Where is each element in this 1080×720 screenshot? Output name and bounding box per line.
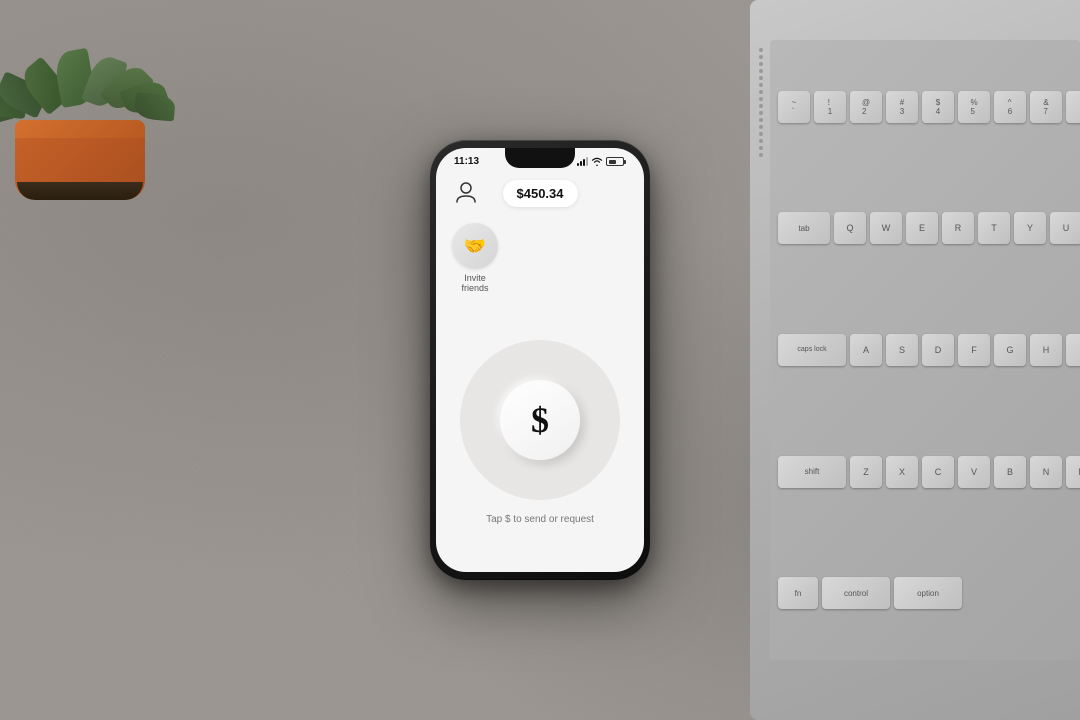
phone-screen: 11:13 bbox=[436, 148, 644, 572]
key-s[interactable]: S bbox=[886, 334, 918, 366]
key-d[interactable]: D bbox=[922, 334, 954, 366]
phone: 11:13 bbox=[430, 140, 650, 580]
key-v[interactable]: V bbox=[958, 456, 990, 488]
keyboard-row-5: fn control option bbox=[778, 534, 1080, 652]
key-w[interactable]: W bbox=[870, 212, 902, 244]
phone-notch bbox=[505, 148, 575, 168]
pot-soil bbox=[17, 182, 143, 200]
key-u[interactable]: U bbox=[1050, 212, 1080, 244]
invite-label: Invite friends bbox=[452, 273, 498, 293]
key-h[interactable]: H bbox=[1030, 334, 1062, 366]
key-8[interactable]: *8 bbox=[1066, 91, 1080, 123]
invite-section[interactable]: 🤝 Invite friends bbox=[452, 223, 628, 293]
key-n[interactable]: N bbox=[1030, 456, 1062, 488]
person-icon bbox=[456, 182, 476, 204]
key-x[interactable]: X bbox=[886, 456, 918, 488]
key-3[interactable]: #3 bbox=[886, 91, 918, 123]
main-circle-area: $ Tap $ to send or request bbox=[452, 309, 628, 556]
outer-circle: $ bbox=[460, 340, 620, 500]
key-q[interactable]: Q bbox=[834, 212, 866, 244]
key-g[interactable]: G bbox=[994, 334, 1026, 366]
speaker-grille bbox=[756, 40, 766, 660]
keyboard: ~` !1 @2 #3 $4 %5 ^6 &7 *8 (9 )0 tab Q W… bbox=[770, 40, 1080, 660]
signal-icon bbox=[577, 158, 588, 166]
plant-pot bbox=[15, 120, 145, 200]
tap-instruction: Tap $ to send or request bbox=[486, 514, 594, 525]
dollar-button[interactable]: $ bbox=[500, 380, 580, 460]
key-e[interactable]: E bbox=[906, 212, 938, 244]
keyboard-row-4: shift Z X C V B N M bbox=[778, 413, 1080, 531]
avatar-button[interactable] bbox=[452, 179, 480, 207]
laptop-body: ~` !1 @2 #3 $4 %5 ^6 &7 *8 (9 )0 tab Q W… bbox=[750, 0, 1080, 720]
key-1[interactable]: !1 bbox=[814, 91, 846, 123]
key-tilde[interactable]: ~` bbox=[778, 91, 810, 123]
key-j[interactable]: J bbox=[1066, 334, 1080, 366]
key-7[interactable]: &7 bbox=[1030, 91, 1062, 123]
key-z[interactable]: Z bbox=[850, 456, 882, 488]
key-shift[interactable]: shift bbox=[778, 456, 846, 488]
laptop: ~` !1 @2 #3 $4 %5 ^6 &7 *8 (9 )0 tab Q W… bbox=[740, 0, 1080, 720]
keyboard-row-3: caps lock A S D F G H J K L bbox=[778, 291, 1080, 409]
keyboard-row-2: tab Q W E R T Y U I O P bbox=[778, 170, 1080, 288]
keyboard-row-1: ~` !1 @2 #3 $4 %5 ^6 &7 *8 (9 )0 bbox=[778, 48, 1080, 166]
key-r[interactable]: R bbox=[942, 212, 974, 244]
invite-icon: 🤝 bbox=[452, 223, 498, 269]
key-c[interactable]: C bbox=[922, 456, 954, 488]
key-tab[interactable]: tab bbox=[778, 212, 830, 244]
wifi-icon bbox=[591, 157, 603, 167]
key-5[interactable]: %5 bbox=[958, 91, 990, 123]
key-2[interactable]: @2 bbox=[850, 91, 882, 123]
plant bbox=[0, 0, 180, 200]
top-row: $450.34 bbox=[452, 179, 628, 207]
app-content: $450.34 🤝 Invite friends $ Tap $ to send… bbox=[436, 171, 644, 572]
key-6[interactable]: ^6 bbox=[994, 91, 1026, 123]
battery-icon bbox=[606, 157, 626, 166]
status-icons bbox=[577, 157, 626, 167]
key-control[interactable]: control bbox=[822, 577, 890, 609]
leaf bbox=[134, 92, 176, 121]
key-fn[interactable]: fn bbox=[778, 577, 818, 609]
key-b[interactable]: B bbox=[994, 456, 1026, 488]
key-t[interactable]: T bbox=[978, 212, 1010, 244]
key-f[interactable]: F bbox=[958, 334, 990, 366]
key-m[interactable]: M bbox=[1066, 456, 1080, 488]
key-option[interactable]: option bbox=[894, 577, 962, 609]
key-capslock[interactable]: caps lock bbox=[778, 334, 846, 366]
key-y[interactable]: Y bbox=[1014, 212, 1046, 244]
key-a[interactable]: A bbox=[850, 334, 882, 366]
balance-display: $450.34 bbox=[503, 180, 578, 207]
status-time: 11:13 bbox=[454, 156, 479, 167]
key-4[interactable]: $4 bbox=[922, 91, 954, 123]
